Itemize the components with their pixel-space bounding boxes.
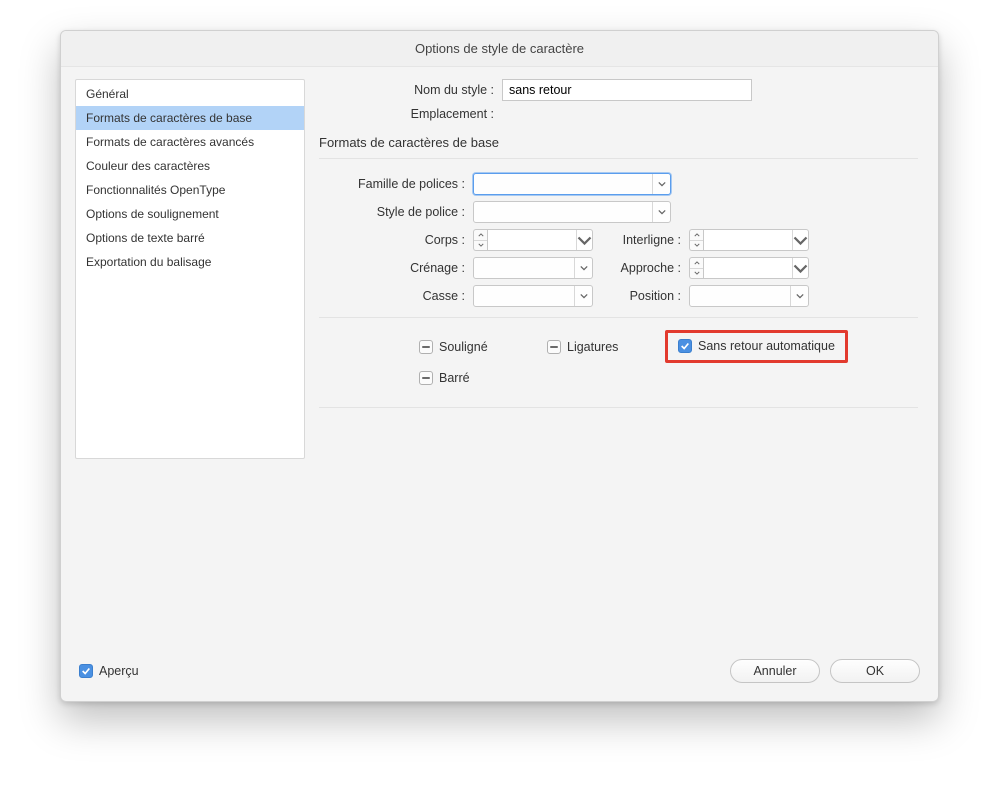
- checkbox-icon: [547, 340, 561, 354]
- dialog-title: Options de style de caractère: [415, 41, 584, 56]
- no-break-checkbox[interactable]: Sans retour automatique: [678, 339, 835, 353]
- sidebar-item-strikethrough-options[interactable]: Options de texte barré: [76, 226, 304, 250]
- sidebar-item-label: Formats de caractères de base: [86, 111, 252, 125]
- dialog-window: Options de style de caractère Général Fo…: [60, 30, 939, 702]
- chevron-up-icon: [474, 230, 487, 241]
- checkbox-label: Souligné: [439, 340, 488, 354]
- button-label: OK: [866, 664, 884, 678]
- style-name-label: Nom du style :: [319, 83, 494, 97]
- position-label: Position :: [601, 289, 681, 303]
- highlight-box: Sans retour automatique: [665, 330, 848, 363]
- cancel-button[interactable]: Annuler: [730, 659, 820, 683]
- chevron-down-icon: [652, 202, 670, 222]
- chevron-down-icon: [690, 241, 703, 251]
- main-panel: Nom du style : Emplacement : Formats de …: [319, 79, 924, 647]
- chevron-down-icon: [792, 230, 808, 250]
- checkbox-group: Souligné Ligatures Sans retour auto: [319, 317, 918, 385]
- chevron-down-icon: [790, 286, 808, 306]
- font-family-label: Famille de polices :: [319, 177, 465, 191]
- chevron-down-icon: [652, 174, 670, 194]
- chevron-down-icon: [576, 230, 592, 250]
- sidebar-item-advanced-formats[interactable]: Formats de caractères avancés: [76, 130, 304, 154]
- sidebar-item-label: Fonctionnalités OpenType: [86, 183, 225, 197]
- font-style-dropdown[interactable]: [473, 201, 671, 223]
- checkbox-label: Ligatures: [567, 340, 618, 354]
- position-dropdown[interactable]: [689, 285, 809, 307]
- font-style-label: Style de police :: [319, 205, 465, 219]
- stepper-buttons[interactable]: [689, 257, 703, 279]
- tracking-stepper[interactable]: [689, 257, 809, 279]
- sidebar-item-character-color[interactable]: Couleur des caractères: [76, 154, 304, 178]
- sidebar-item-label: Exportation du balisage: [86, 255, 211, 269]
- location-label: Emplacement :: [319, 107, 494, 121]
- checkbox-label: Aperçu: [99, 664, 139, 678]
- tracking-label: Approche :: [601, 261, 681, 275]
- dialog-footer: Aperçu Annuler OK: [61, 647, 938, 701]
- style-name-input[interactable]: [502, 79, 752, 101]
- kerning-dropdown[interactable]: [473, 257, 593, 279]
- checkbox-icon: [419, 340, 433, 354]
- ok-button[interactable]: OK: [830, 659, 920, 683]
- checkbox-label: Barré: [439, 371, 470, 385]
- category-sidebar: Général Formats de caractères de base Fo…: [75, 79, 305, 459]
- chevron-down-icon: [474, 241, 487, 251]
- sidebar-item-label: Général: [86, 87, 129, 101]
- sidebar-item-underline-options[interactable]: Options de soulignement: [76, 202, 304, 226]
- sidebar-item-opentype[interactable]: Fonctionnalités OpenType: [76, 178, 304, 202]
- chevron-up-icon: [690, 230, 703, 241]
- chevron-up-icon: [690, 258, 703, 269]
- sidebar-item-tagging-export[interactable]: Exportation du balisage: [76, 250, 304, 274]
- sidebar-item-general[interactable]: Général: [76, 82, 304, 106]
- size-label: Corps :: [319, 233, 465, 247]
- checkbox-label: Sans retour automatique: [698, 339, 835, 353]
- leading-stepper[interactable]: [689, 229, 809, 251]
- stepper-buttons[interactable]: [689, 229, 703, 251]
- button-label: Annuler: [753, 664, 796, 678]
- chevron-down-icon: [792, 258, 808, 278]
- size-stepper[interactable]: [473, 229, 593, 251]
- chevron-down-icon: [690, 269, 703, 279]
- strikethrough-checkbox[interactable]: Barré: [419, 371, 519, 385]
- kerning-label: Crénage :: [319, 261, 465, 275]
- sidebar-item-label: Couleur des caractères: [86, 159, 210, 173]
- ligatures-checkbox[interactable]: Ligatures: [547, 340, 647, 354]
- sidebar-item-label: Formats de caractères avancés: [86, 135, 254, 149]
- sidebar-item-label: Options de soulignement: [86, 207, 219, 221]
- preview-checkbox[interactable]: Aperçu: [79, 664, 139, 678]
- dialog-content: Général Formats de caractères de base Fo…: [61, 67, 938, 647]
- checkbox-icon: [419, 371, 433, 385]
- underline-checkbox[interactable]: Souligné: [419, 340, 519, 354]
- case-label: Casse :: [319, 289, 465, 303]
- chevron-down-icon: [574, 286, 592, 306]
- dialog-titlebar: Options de style de caractère: [61, 31, 938, 67]
- sidebar-item-basic-formats[interactable]: Formats de caractères de base: [76, 106, 304, 130]
- section-title: Formats de caractères de base: [319, 135, 918, 158]
- stepper-buttons[interactable]: [473, 229, 487, 251]
- chevron-down-icon: [574, 258, 592, 278]
- leading-label: Interligne :: [601, 233, 681, 247]
- basic-formats-section: Famille de polices : Style de police :: [319, 158, 918, 408]
- checkbox-icon: [678, 339, 692, 353]
- checkbox-icon: [79, 664, 93, 678]
- sidebar-item-label: Options de texte barré: [86, 231, 205, 245]
- case-dropdown[interactable]: [473, 285, 593, 307]
- header-rows: Nom du style : Emplacement :: [319, 79, 918, 121]
- font-family-dropdown[interactable]: [473, 173, 671, 195]
